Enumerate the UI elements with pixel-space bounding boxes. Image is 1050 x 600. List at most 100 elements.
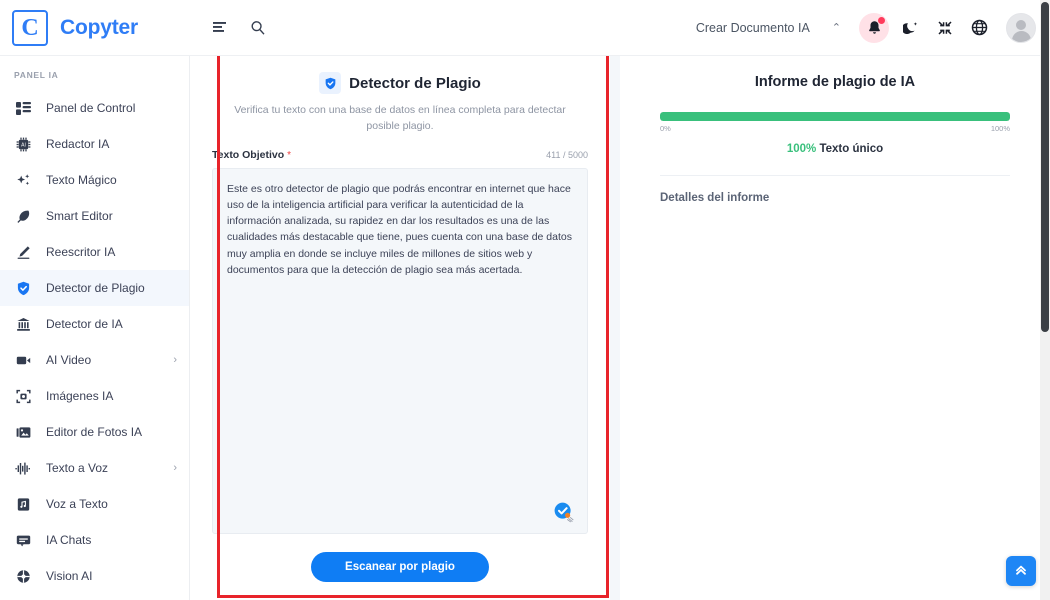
sidebar-item-label: Detector de IA xyxy=(46,317,123,331)
grammarly-check-badge[interactable] xyxy=(553,501,575,523)
target-text-input[interactable]: Este es otro detector de plagio que podr… xyxy=(212,167,588,534)
tool-subtitle: Verifica tu texto con una base de datos … xyxy=(234,104,566,132)
report-title: Informe de plagio de IA xyxy=(754,74,916,90)
sidebar-item-label: Vision AI xyxy=(46,569,93,583)
sidebar-item-ai-video[interactable]: AI Video › xyxy=(0,342,189,378)
sparkles-icon xyxy=(14,171,32,189)
shield-check-icon xyxy=(14,279,32,297)
sidebar-item-label: Detector de Plagio xyxy=(46,281,145,295)
sidebar-item-label: IA Chats xyxy=(46,533,92,547)
page-title: Detector de Plagio xyxy=(349,74,481,92)
feather-pen-icon xyxy=(14,207,32,225)
sidebar-item-imagenes-ia[interactable]: Imágenes IA xyxy=(0,378,189,414)
sidebar-item-redactor-ia[interactable]: AI Redactor IA xyxy=(0,126,189,162)
sidebar-item-texto-magico[interactable]: Texto Mágico xyxy=(0,162,189,198)
bar-max-label: 100% xyxy=(990,124,1010,133)
report-details-title: Detalles del informe xyxy=(660,192,770,204)
brand[interactable]: C Copyter xyxy=(0,9,190,46)
sidebar-item-label: Reescritor IA xyxy=(46,245,116,259)
required-mark: * xyxy=(287,149,292,161)
logo-letter: C xyxy=(21,14,39,41)
uniqueness-bar-track xyxy=(660,112,1010,121)
unique-percent: 100% xyxy=(786,143,817,155)
chat-icon xyxy=(14,531,32,549)
page-scrollbar-thumb[interactable] xyxy=(1041,2,1049,332)
vision-brain-icon xyxy=(14,567,32,585)
sidebar-item-detector-de-plagio[interactable]: Detector de Plagio xyxy=(0,270,189,306)
chevron-right-icon: › xyxy=(173,462,177,474)
sidebar-section-label: PANEL IA xyxy=(14,70,59,80)
audio-file-icon xyxy=(14,495,32,513)
report-card: Informe de plagio de IA 0% 100% 100% Tex… xyxy=(620,56,1050,600)
report-divider xyxy=(660,175,1010,176)
sidebar-item-reescritor-ia[interactable]: Reescritor IA xyxy=(0,234,189,270)
notification-dot xyxy=(878,16,885,24)
report-panel: Informe de plagio de IA 0% 100% 100% Tex… xyxy=(610,56,1050,600)
dashboard-icon xyxy=(14,99,32,117)
avatar-image xyxy=(1007,14,1035,42)
logo-icon: C xyxy=(12,9,48,46)
collapse-icon[interactable] xyxy=(937,20,953,36)
header-right-actions: Crear Documento IA ⌃ xyxy=(696,12,1050,43)
app-root: C Copyter Crear Documento IA ⌃ PANEL IA … xyxy=(0,0,1050,600)
globe-icon[interactable] xyxy=(971,19,988,36)
scan-button-row: Escanear por plagio xyxy=(212,534,588,600)
sidebar-item-label: Texto a Voz xyxy=(46,461,109,475)
tool-title-row: Detector de Plagio xyxy=(212,72,588,94)
sidebar-item-detector-de-ia[interactable]: Detector de IA xyxy=(0,306,189,342)
bell-icon[interactable] xyxy=(859,12,889,43)
sidebar-item-voz-a-texto[interactable]: Voz a Texto xyxy=(0,486,189,522)
search-icon[interactable] xyxy=(250,20,266,36)
uniqueness-bar-scale: 0% 100% xyxy=(660,124,1010,133)
pencil-icon xyxy=(14,243,32,261)
chevron-right-icon: › xyxy=(173,354,177,366)
tool-inner: Detector de Plagio Verifica tu texto con… xyxy=(190,56,610,600)
top-header: C Copyter Crear Documento IA ⌃ xyxy=(0,0,1050,56)
photo-editor-icon xyxy=(14,423,32,441)
video-camera-icon xyxy=(14,351,32,369)
sidebar-item-label: Texto Mágico xyxy=(46,173,117,187)
char-counter: 411 / 5000 xyxy=(546,149,588,160)
avatar-body xyxy=(1011,30,1031,42)
sidebar: PANEL IA Panel de Control AI Redactor IA xyxy=(0,56,190,600)
sidebar-item-smart-editor[interactable]: Smart Editor xyxy=(0,198,189,234)
scan-plagiarism-button[interactable]: Escanear por plagio xyxy=(311,552,489,582)
sidebar-item-label: AI Video xyxy=(46,353,92,367)
uniqueness-bar-fill xyxy=(660,112,1010,121)
sidebar-item-label: Editor de Fotos IA xyxy=(46,425,143,439)
sidebar-item-label: Panel de Control xyxy=(46,101,136,115)
bank-detector-icon xyxy=(14,315,32,333)
sidebar-item-ia-chats[interactable]: IA Chats xyxy=(0,522,189,558)
brand-name: Copyter xyxy=(60,15,138,39)
hamburger-lines-icon[interactable] xyxy=(212,21,228,35)
scroll-to-top-button[interactable] xyxy=(1006,556,1036,586)
sidebar-item-label: Redactor IA xyxy=(46,137,110,151)
page-scrollbar[interactable] xyxy=(1040,0,1050,600)
unique-text-summary: 100% Texto único xyxy=(660,143,1010,155)
header-left-icons xyxy=(190,20,266,36)
sidebar-item-panel-de-control[interactable]: Panel de Control xyxy=(0,90,189,126)
sidebar-item-vision-ai[interactable]: Vision AI xyxy=(0,558,189,594)
sidebar-item-label: Voz a Texto xyxy=(46,497,108,511)
plagiarism-tool-panel: Detector de Plagio Verifica tu texto con… xyxy=(190,56,610,600)
target-text-label: Texto Objetivo xyxy=(212,148,285,161)
uniqueness-bar: 0% 100% xyxy=(660,112,1010,133)
double-chevron-up-icon xyxy=(1014,563,1028,580)
sidebar-item-label: Imágenes IA xyxy=(46,389,114,403)
sidebar-item-texto-a-voz[interactable]: Texto a Voz › xyxy=(0,450,189,486)
main-content: Detector de Plagio Verifica tu texto con… xyxy=(190,56,1050,600)
sidebar-item-label: Smart Editor xyxy=(46,209,113,223)
moon-icon[interactable] xyxy=(903,20,919,36)
chip-ai-icon: AI xyxy=(14,135,32,153)
create-document-button[interactable]: Crear Documento IA xyxy=(696,21,810,35)
waveform-icon xyxy=(14,459,32,477)
body-row: PANEL IA Panel de Control AI Redactor IA xyxy=(0,56,1050,600)
chevron-up-icon[interactable]: ⌃ xyxy=(828,21,845,34)
avatar-head xyxy=(1016,19,1026,30)
sidebar-item-editor-de-fotos-ia[interactable]: Editor de Fotos IA xyxy=(0,414,189,450)
svg-text:AI: AI xyxy=(21,142,26,148)
bar-min-label: 0% xyxy=(660,124,671,133)
target-text-value: Este es otro detector de plagio que podr… xyxy=(227,182,572,276)
avatar[interactable] xyxy=(1006,12,1036,43)
unique-label: Texto único xyxy=(819,143,884,155)
